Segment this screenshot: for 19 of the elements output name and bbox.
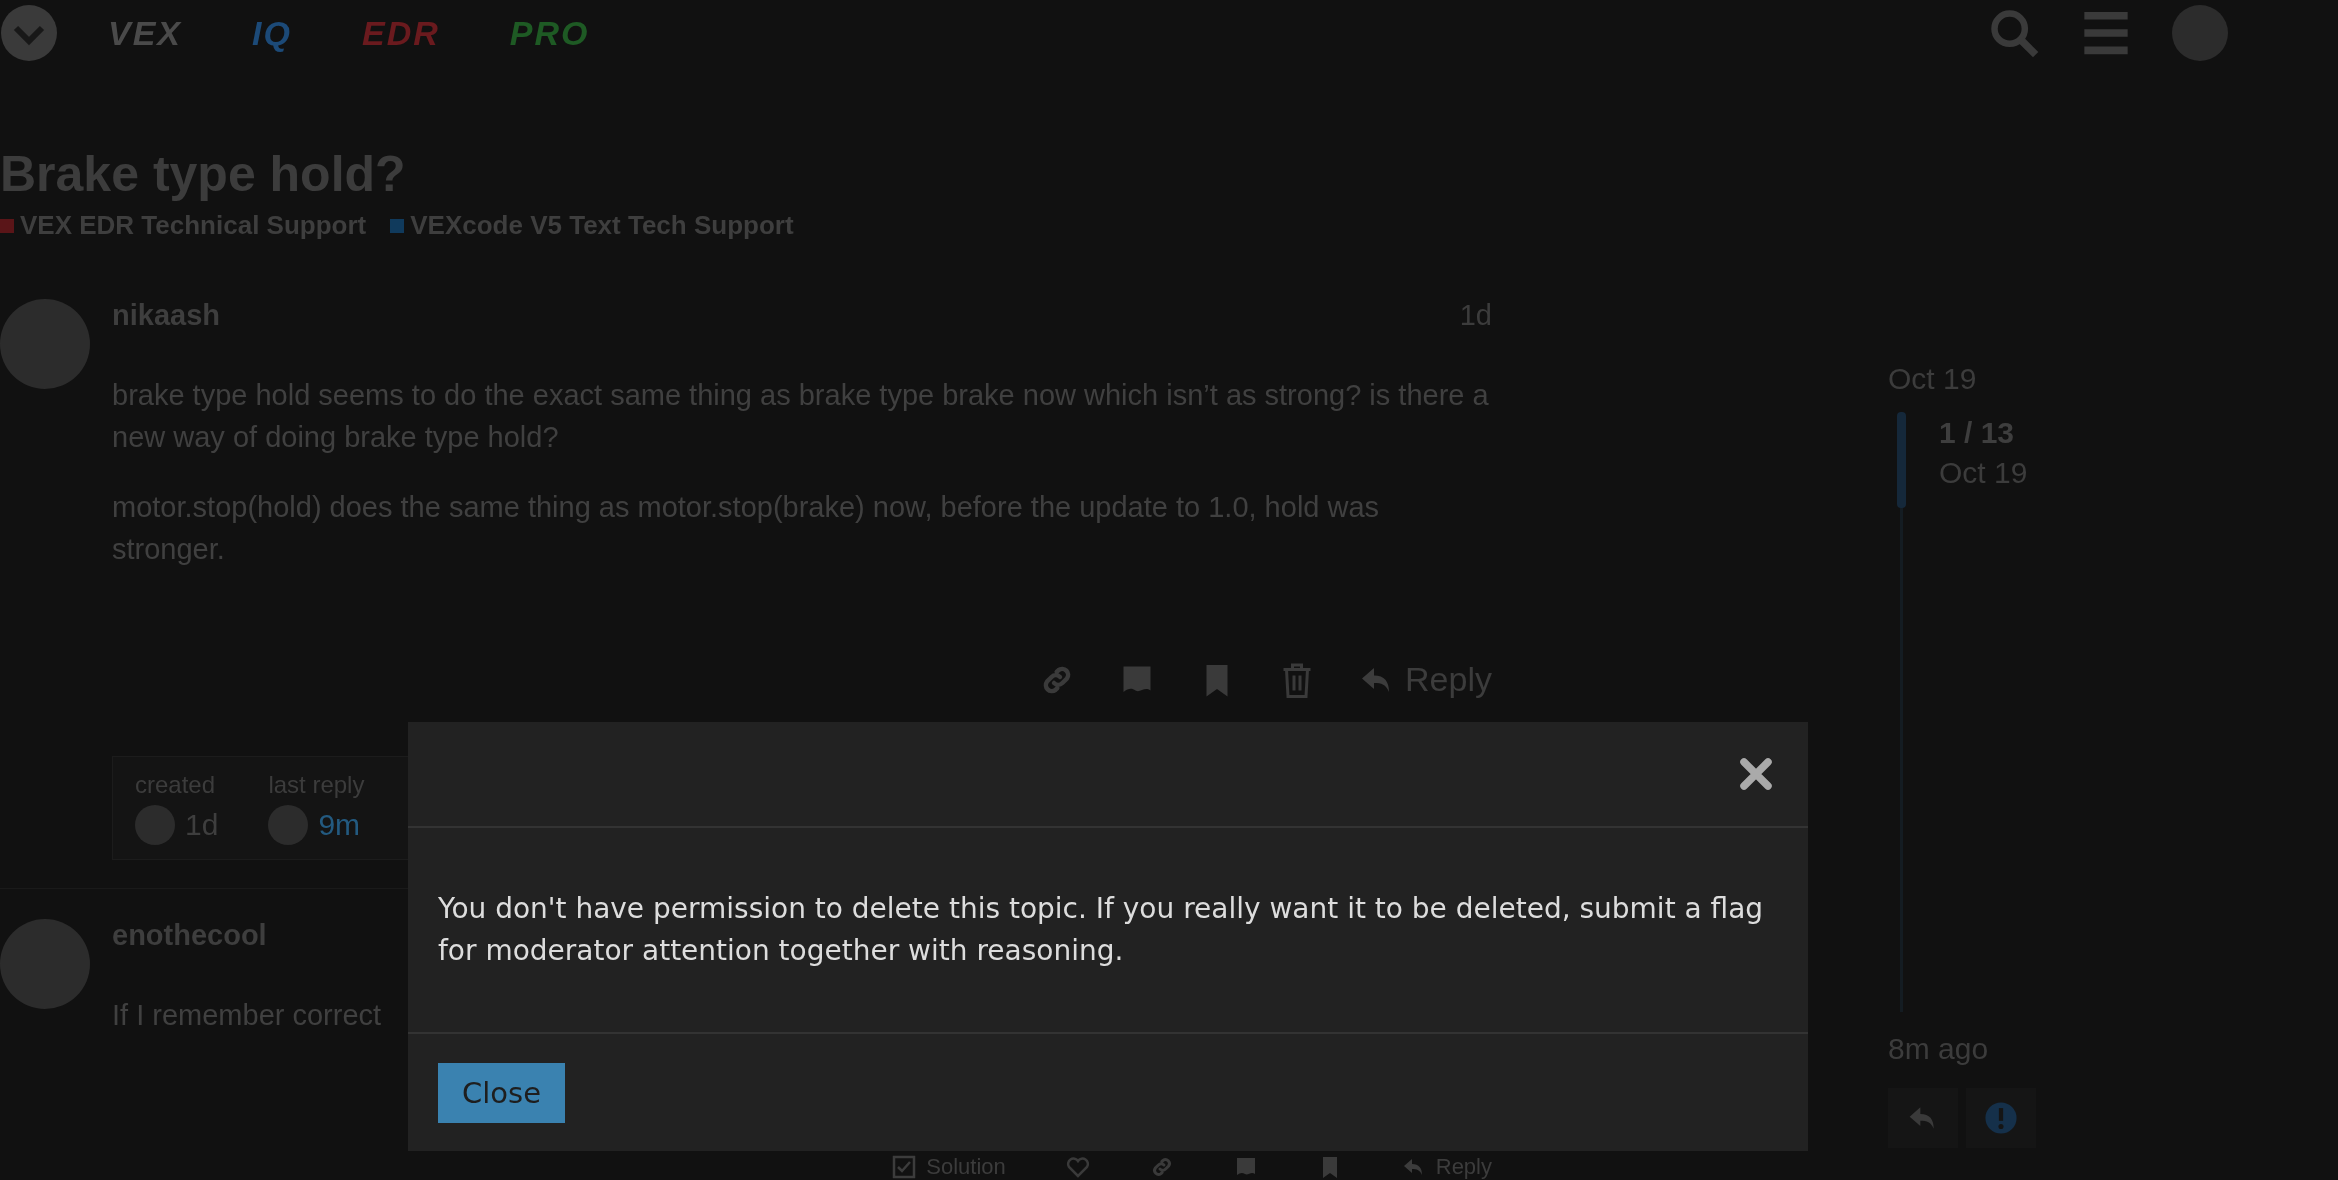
last-reply-age[interactable]: 9m <box>318 808 361 842</box>
close-button[interactable]: Close <box>438 1062 565 1123</box>
timeline-handle[interactable] <box>1897 412 1906 508</box>
reply-button[interactable] <box>1888 1088 1958 1148</box>
close-icon[interactable] <box>1738 756 1774 792</box>
dialog-message: You don't have permission to delete this topic. If you really want it to be deleted, submit a flag for moderator attention together with reasoning. <box>438 891 1765 969</box>
user-avatar[interactable] <box>135 805 175 845</box>
user-avatar[interactable] <box>268 805 309 845</box>
brand-link[interactable]: EDR <box>361 13 440 53</box>
logo-icon[interactable] <box>0 4 58 62</box>
exclamation-icon <box>1984 1101 2018 1135</box>
brand-link[interactable]: PRO <box>509 13 590 53</box>
checkbox-icon <box>892 1154 917 1179</box>
heart-icon[interactable] <box>1065 1154 1090 1179</box>
notification-button[interactable] <box>1966 1088 2036 1148</box>
brand-link[interactable]: IQ <box>252 13 292 53</box>
brand-link[interactable]: VEX <box>108 13 183 53</box>
search-icon[interactable] <box>1988 7 2040 59</box>
user-avatar[interactable] <box>2172 5 2228 61</box>
